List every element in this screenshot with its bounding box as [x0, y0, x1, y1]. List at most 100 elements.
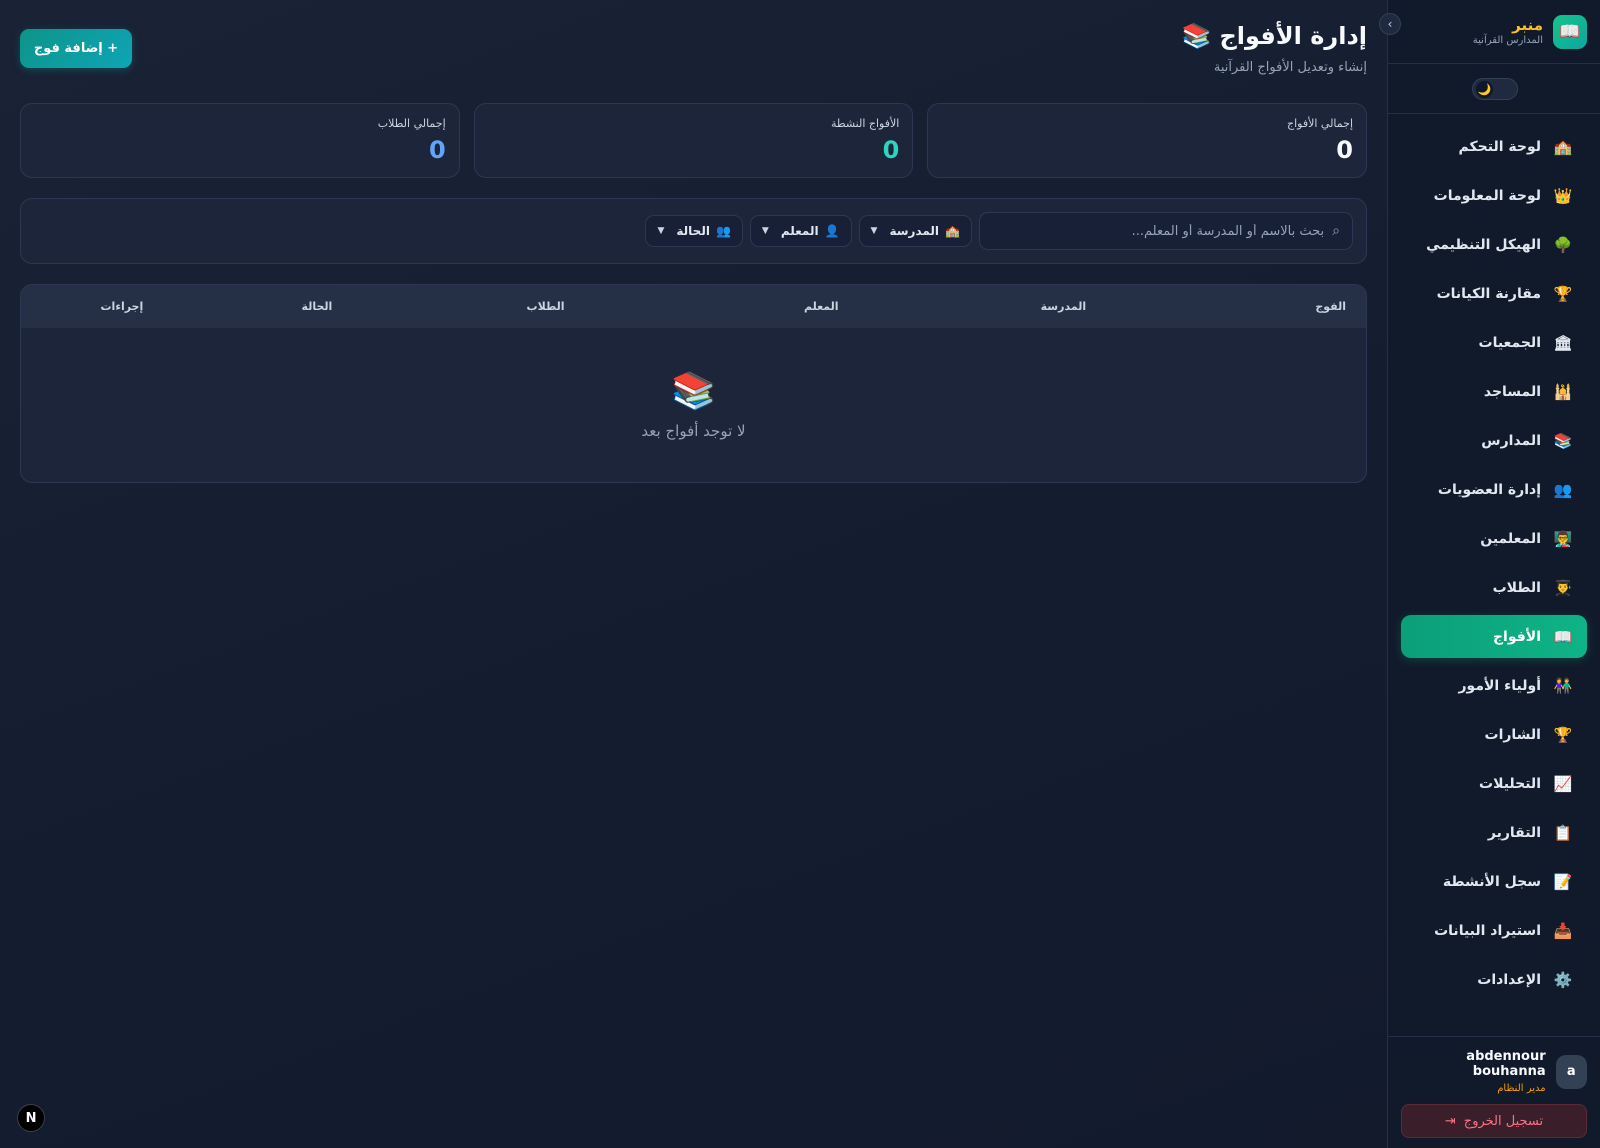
sidebar-nav: 🏫 لوحة التحكم 👑 لوحة المعلومات 🌳 الهيكل التنظ…: [1388, 114, 1600, 1001]
search-box[interactable]: ⌕: [979, 212, 1353, 250]
theme-toggle[interactable]: 🌙: [1472, 78, 1518, 100]
sidebar-item-label: إدارة العضويات: [1437, 481, 1541, 498]
table-header: الفوج المدرسة المعلم الطلاب الحالة إجراء…: [21, 285, 1366, 328]
column-header-students[interactable]: الطلاب: [411, 300, 680, 313]
sidebar-item[interactable]: 📖 الأفواج: [1401, 615, 1587, 658]
sidebar-item-icon: 📖: [1553, 627, 1573, 646]
sidebar-item[interactable]: 👫 أولياء الأمور: [1401, 664, 1587, 707]
column-header-school[interactable]: المدرسة: [963, 300, 1165, 313]
sidebar-item[interactable]: 📥 استيراد البيانات: [1401, 909, 1587, 952]
teacher-filter-select[interactable]: 👤 المعلم ▼: [749, 215, 852, 247]
books-icon: 📚: [1181, 22, 1212, 50]
main-content: إدارة الأفواج 📚 إنشاء وتعديل الأفواج الق…: [19, 0, 1367, 483]
sidebar-item-icon: 🏆: [1553, 284, 1573, 303]
sidebar-item[interactable]: 🏫 لوحة التحكم: [1401, 125, 1587, 168]
sidebar-item-label: استيراد البيانات: [1434, 922, 1541, 939]
search-icon: ⌕: [1332, 223, 1340, 239]
nextjs-devtools-button[interactable]: N: [17, 1104, 45, 1132]
groups-table: الفوج المدرسة المعلم الطلاب الحالة إجراء…: [20, 284, 1367, 483]
sidebar-item[interactable]: 👨‍🎓 الطلاب: [1401, 566, 1587, 609]
sidebar-item-label: سجل الأنشطة: [1442, 873, 1541, 890]
sidebar-item[interactable]: 🏆 مقارنة الكيانات: [1401, 272, 1587, 315]
stat-value: 0: [882, 136, 900, 164]
status-filter-select[interactable]: 👥 الحالة ▼: [645, 215, 743, 247]
sidebar-item-icon: ⚙️: [1553, 970, 1573, 989]
sidebar-item-icon: 📈: [1553, 774, 1573, 793]
sidebar-item[interactable]: 🌳 الهيكل التنظيمي: [1401, 223, 1587, 266]
logout-button[interactable]: تسجيل الخروج ⇥: [1401, 1104, 1587, 1138]
sidebar-item[interactable]: 🏛 الجمعيات: [1401, 321, 1587, 364]
sidebar-item-label: المدارس: [1481, 432, 1541, 449]
moon-icon: 🌙: [1476, 81, 1493, 98]
sidebar-item[interactable]: 👨‍🏫 المعلمين: [1401, 517, 1587, 560]
stat-total-groups: إجمالي الأفواج 0: [927, 103, 1367, 178]
sidebar-item-label: لوحة التحكم: [1458, 138, 1541, 155]
chevron-down-icon: ▼: [761, 226, 769, 236]
page-title-text: إدارة الأفواج: [1219, 22, 1368, 50]
column-header-group[interactable]: الفوج: [1164, 300, 1366, 313]
sidebar-item[interactable]: 👥 إدارة العضويات: [1401, 468, 1587, 511]
stat-label: إجمالي الطلاب: [377, 117, 446, 130]
avatar[interactable]: a: [1555, 1054, 1587, 1089]
column-header-status[interactable]: الحالة: [223, 300, 411, 313]
school-icon: 🏫: [945, 224, 960, 238]
sidebar-item-label: الهيكل التنظيمي: [1426, 236, 1541, 253]
page-header: إدارة الأفواج 📚 إنشاء وتعديل الأفواج الق…: [20, 0, 1367, 100]
sidebar-item[interactable]: ⚙️ الإعدادات: [1401, 958, 1587, 1001]
sidebar-item[interactable]: 🏆 الشارات: [1401, 713, 1587, 756]
add-group-button[interactable]: + إضافة فوج: [20, 29, 132, 68]
user-panel: a abdennour bouhanna مدير النظام تسجيل ا…: [1388, 1036, 1600, 1148]
sidebar-item-icon: 🏆: [1553, 725, 1573, 744]
sidebar-item-icon: 🌳: [1553, 235, 1573, 254]
user-name: abdennour bouhanna: [1466, 1049, 1546, 1079]
status-filter-label: الحالة: [676, 224, 710, 238]
logout-label: تسجيل الخروج: [1463, 1113, 1544, 1129]
sidebar-item-label: الطلاب: [1492, 579, 1541, 596]
sidebar-item-label: الجمعيات: [1478, 334, 1541, 351]
sidebar-item[interactable]: 📝 سجل الأنشطة: [1401, 860, 1587, 903]
logout-icon: ⇥: [1444, 1113, 1456, 1129]
sidebar-item-icon: 📥: [1553, 921, 1573, 940]
empty-state-text: لا توجد أفواج بعد: [641, 422, 746, 440]
sidebar-item-icon: 🕌: [1553, 382, 1573, 401]
sidebar-item-icon: 🏫: [1553, 137, 1573, 156]
sidebar-item[interactable]: 📈 التحليلات: [1401, 762, 1587, 805]
user-role: مدير النظام: [1497, 1083, 1546, 1094]
sidebar-item-icon: 👥: [1553, 480, 1573, 499]
stat-label: الأفواج النشطة: [830, 117, 900, 130]
column-header-teacher[interactable]: المعلم: [680, 300, 962, 313]
sidebar-item-icon: 📝: [1553, 872, 1573, 891]
sidebar-item-icon: 👨‍🏫: [1553, 529, 1573, 548]
chevron-down-icon: ▼: [657, 226, 665, 236]
sidebar-item[interactable]: 🕌 المساجد: [1401, 370, 1587, 413]
sidebar-item-label: التقارير: [1487, 824, 1541, 841]
sidebar-item[interactable]: 📚 المدارس: [1401, 419, 1587, 462]
stat-active-groups: الأفواج النشطة 0: [473, 103, 914, 178]
stats-row: إجمالي الأفواج 0 الأفواج النشطة 0 إجمالي…: [19, 103, 1367, 178]
sidebar-item-icon: 👨‍🎓: [1553, 578, 1573, 597]
sidebar-item-label: المساجد: [1483, 383, 1541, 400]
books-icon: 📚: [671, 371, 716, 412]
sidebar-collapse-button[interactable]: ›: [1379, 13, 1401, 35]
sidebar-item-icon: 🏛: [1553, 333, 1573, 352]
sidebar-item-icon: 📚: [1553, 431, 1573, 450]
filters-bar: ⌕ 🏫 المدرسة ▼ 👤 المعلم ▼ 👥 الحالة ▼: [20, 198, 1367, 264]
school-filter-select[interactable]: 🏫 المدرسة ▼: [858, 215, 972, 247]
search-input[interactable]: [992, 223, 1325, 239]
sidebar-item-icon: 👫: [1553, 676, 1573, 695]
sidebar-item-label: الإعدادات: [1477, 971, 1541, 988]
chevron-down-icon: ▼: [870, 226, 878, 236]
page-title: إدارة الأفواج 📚: [1182, 22, 1367, 50]
sidebar-item[interactable]: 👑 لوحة المعلومات: [1401, 174, 1587, 217]
brand-header: 📖 منبر المدارس القرآنية: [1388, 0, 1600, 64]
page-subtitle: إنشاء وتعديل الأفواج القرآنية: [1213, 60, 1367, 75]
empty-state: 📚 لا توجد أفواج بعد: [21, 328, 1366, 482]
sidebar-item-label: الأفواج: [1492, 628, 1541, 645]
stat-value: 0: [1336, 136, 1353, 164]
sidebar-item-label: مقارنة الكيانات: [1436, 285, 1541, 302]
sidebar-item[interactable]: 📋 التقارير: [1401, 811, 1587, 854]
stat-total-students: إجمالي الطلاب 0: [19, 103, 460, 178]
sidebar-item-label: أولياء الأمور: [1458, 677, 1542, 694]
brand-name: منبر: [1512, 15, 1543, 34]
stat-label: إجمالي الأفواج: [1286, 117, 1353, 130]
